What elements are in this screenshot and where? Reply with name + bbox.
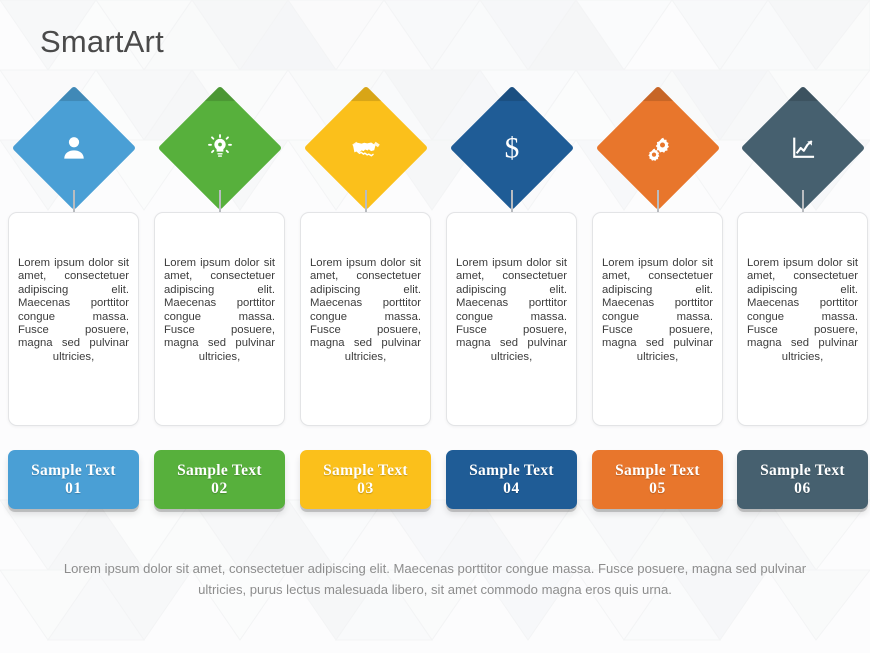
card-body-text-2: Lorem ipsum dolor sit amet, consectetuer… bbox=[164, 257, 275, 363]
label-line2-1: 01 bbox=[65, 479, 82, 497]
sample-text-label-5[interactable]: Sample Text 05 bbox=[592, 450, 723, 509]
person-icon bbox=[30, 104, 118, 192]
sample-text-label-4[interactable]: Sample Text 04 bbox=[446, 450, 577, 509]
card-body-text-6: Lorem ipsum dolor sit amet, consectetuer… bbox=[747, 257, 858, 363]
label-line2-2: 02 bbox=[211, 479, 228, 497]
svg-text:$: $ bbox=[504, 133, 519, 164]
label-line1-1: Sample Text bbox=[31, 461, 116, 479]
connector-stem-1 bbox=[72, 190, 75, 213]
card-body-text-5: Lorem ipsum dolor sit amet, consectetuer… bbox=[602, 257, 713, 363]
label-line1-3: Sample Text bbox=[323, 461, 408, 479]
connector-stem-2 bbox=[218, 190, 221, 213]
connector-stem-6 bbox=[801, 190, 804, 213]
sample-text-label-2[interactable]: Sample Text 02 bbox=[154, 450, 285, 509]
label-line2-6: 06 bbox=[794, 479, 811, 497]
connector-stem-5 bbox=[656, 190, 659, 213]
diamond-3[interactable] bbox=[303, 85, 428, 211]
diamond-5[interactable] bbox=[595, 85, 720, 211]
content-card-3: Lorem ipsum dolor sit amet, consectetuer… bbox=[300, 212, 431, 426]
label-line1-4: Sample Text bbox=[469, 461, 554, 479]
diamond-2[interactable] bbox=[157, 85, 282, 211]
gears-icon bbox=[614, 104, 702, 192]
label-line1-5: Sample Text bbox=[615, 461, 700, 479]
label-line2-5: 05 bbox=[649, 479, 666, 497]
sample-text-label-3[interactable]: Sample Text 03 bbox=[300, 450, 431, 509]
content-card-6: Lorem ipsum dolor sit amet, consectetuer… bbox=[737, 212, 868, 426]
lightbulb-icon bbox=[176, 104, 264, 192]
chart-growth-icon bbox=[759, 104, 847, 192]
diamond-6[interactable] bbox=[740, 85, 865, 211]
connector-stem-4 bbox=[510, 190, 513, 213]
dollar-icon: $ bbox=[468, 104, 556, 192]
label-line2-4: 04 bbox=[503, 479, 520, 497]
label-line2-3: 03 bbox=[357, 479, 374, 497]
diamond-1[interactable] bbox=[11, 85, 136, 211]
footer-text: Lorem ipsum dolor sit amet, consectetuer… bbox=[63, 561, 807, 597]
handshake-icon bbox=[322, 104, 410, 192]
sample-text-label-6[interactable]: Sample Text 06 bbox=[737, 450, 868, 509]
card-body-text-3: Lorem ipsum dolor sit amet, consectetuer… bbox=[310, 257, 421, 363]
content-card-1: Lorem ipsum dolor sit amet, consectetuer… bbox=[8, 212, 139, 426]
page-title: SmartArt bbox=[40, 24, 164, 59]
card-body-text-1: Lorem ipsum dolor sit amet, consectetuer… bbox=[18, 257, 129, 363]
content-card-5: Lorem ipsum dolor sit amet, consectetuer… bbox=[592, 212, 723, 426]
sample-text-label-1[interactable]: Sample Text 01 bbox=[8, 450, 139, 509]
content-card-2: Lorem ipsum dolor sit amet, consectetuer… bbox=[154, 212, 285, 426]
card-body-text-4: Lorem ipsum dolor sit amet, consectetuer… bbox=[456, 257, 567, 363]
label-line1-6: Sample Text bbox=[760, 461, 845, 479]
content-card-4: Lorem ipsum dolor sit amet, consectetuer… bbox=[446, 212, 577, 426]
diamond-4[interactable]: $ bbox=[449, 85, 574, 211]
label-line1-2: Sample Text bbox=[177, 461, 262, 479]
connector-stem-3 bbox=[364, 190, 367, 213]
